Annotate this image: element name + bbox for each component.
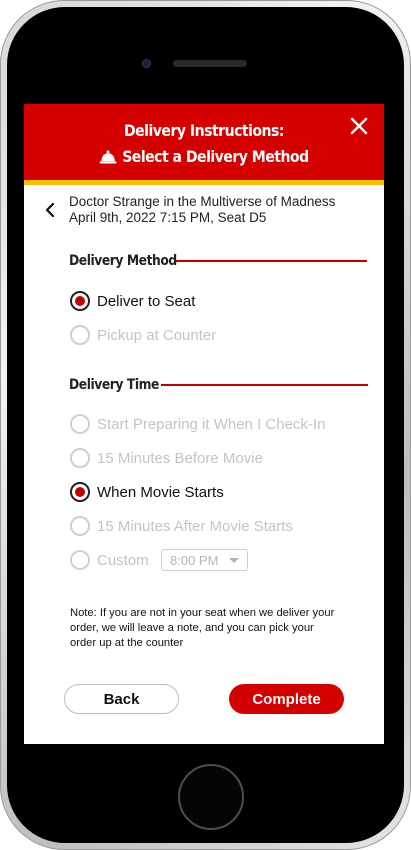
option-deliver-to-seat[interactable]: Deliver to Seat [70, 290, 195, 312]
option-label: Pickup at Counter [97, 326, 217, 344]
home-button[interactable] [178, 764, 244, 830]
app-screen: Delivery Instructions: Select a Delivery… [24, 104, 384, 744]
option-label: 15 Minutes Before Movie [97, 449, 263, 467]
option-label: 15 Minutes After Movie Starts [97, 517, 293, 535]
radio-unselected[interactable] [70, 448, 90, 468]
header-title: Delivery Instructions: [124, 121, 285, 140]
option-label: Start Preparing it When I Check-In [97, 415, 326, 433]
custom-time-value: 8:00 PM [170, 552, 219, 568]
header-subtitle-row: Select a Delivery Method [46, 147, 363, 168]
chevron-left-icon[interactable] [44, 202, 58, 218]
radio-unselected[interactable] [70, 550, 90, 570]
delivery-time-heading-row: Delivery Time [69, 375, 171, 395]
radio-selected[interactable] [70, 291, 90, 311]
front-camera [142, 59, 151, 68]
custom-time-select[interactable]: 8:00 PM [161, 549, 248, 571]
earpiece-speaker [173, 60, 247, 67]
option-15-min-after[interactable]: 15 Minutes After Movie Starts [70, 515, 293, 537]
delivery-note: Note: If you are not in your seat when w… [70, 607, 335, 649]
section-divider [176, 260, 367, 262]
option-when-movie-starts[interactable]: When Movie Starts [70, 481, 224, 503]
radio-unselected[interactable] [70, 325, 90, 345]
option-label: When Movie Starts [97, 483, 224, 501]
option-pickup-at-counter[interactable]: Pickup at Counter [70, 324, 216, 346]
option-custom[interactable]: Custom [70, 549, 149, 571]
complete-button[interactable]: Complete [229, 684, 344, 714]
option-label: Custom [97, 551, 149, 569]
delivery-time-heading: Delivery Time [69, 377, 159, 393]
delivery-method-heading-row: Delivery Method [69, 251, 191, 271]
back-button[interactable]: Back [64, 684, 179, 714]
option-start-on-check-in[interactable]: Start Preparing it When I Check-In [70, 413, 325, 435]
chevron-down-icon [229, 558, 239, 563]
movie-showtime-seat: April 9th, 2022 7:15 PM, Seat D5 [69, 210, 267, 225]
radio-unselected[interactable] [70, 516, 90, 536]
header-subtitle: Select a Delivery Method [122, 147, 309, 166]
delivery-method-heading: Delivery Method [69, 253, 177, 269]
radio-unselected[interactable] [70, 414, 90, 434]
movie-title: Doctor Strange in the Multiverse of Madn… [69, 194, 336, 209]
section-divider [161, 384, 368, 386]
modal-header: Delivery Instructions: Select a Delivery… [24, 104, 384, 185]
option-label: Deliver to Seat [97, 292, 196, 310]
radio-selected[interactable] [70, 482, 90, 502]
service-bell-icon [99, 149, 117, 168]
option-15-min-before[interactable]: 15 Minutes Before Movie [70, 447, 263, 469]
close-icon[interactable] [348, 115, 370, 137]
